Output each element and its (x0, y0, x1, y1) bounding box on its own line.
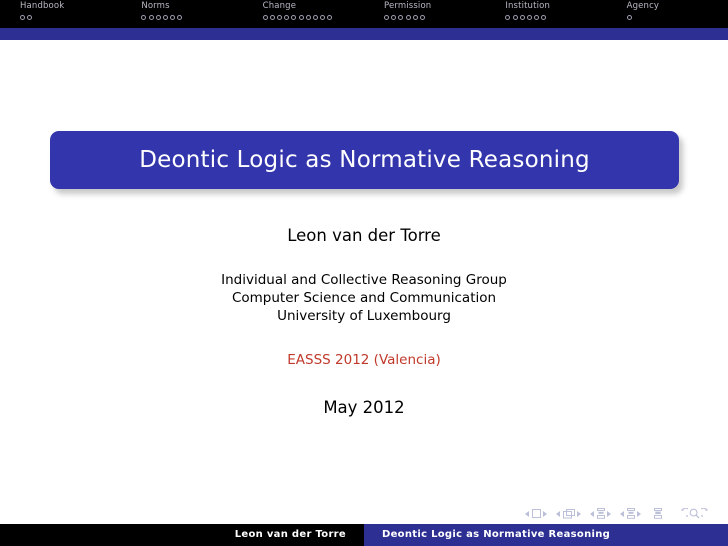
headnav-slide-dot[interactable] (391, 15, 397, 20)
headnav-slide-dots[interactable] (141, 15, 242, 20)
presentation-title: Deontic Logic as Normative Reasoning (139, 147, 590, 173)
footer-author-segment: Leon van der Torre (0, 524, 364, 546)
headnav-section-institution[interactable]: Institution (485, 0, 606, 28)
headnav-slide-dot[interactable] (284, 15, 290, 20)
search-icon[interactable] (689, 508, 700, 519)
headnav-section-permission[interactable]: Permission (364, 0, 485, 28)
headnav-section-agency[interactable]: Agency (607, 0, 728, 28)
beamer-navigation-symbols[interactable] (525, 508, 712, 519)
headnav-slide-dot[interactable] (277, 15, 283, 20)
headnav-section-label: Agency (626, 1, 660, 11)
section-icon[interactable] (626, 508, 635, 519)
date-line: May 2012 (323, 398, 405, 417)
document-icon[interactable] (654, 508, 662, 519)
venue-line: EASSS 2012 (Valencia) (287, 352, 441, 368)
headnav-slide-dots[interactable] (262, 15, 364, 20)
document-tools-group[interactable] (677, 508, 712, 519)
headnav-slide-dot[interactable] (512, 15, 518, 20)
headnav-slide-dot[interactable] (526, 15, 532, 20)
subsection-icon[interactable] (596, 508, 605, 519)
slide-navigation-group[interactable] (525, 509, 547, 518)
headnav-section-label: Permission (383, 1, 432, 11)
affiliation-line: University of Luxembourg (277, 308, 451, 324)
next-frame-icon[interactable] (577, 510, 581, 517)
headnav-slide-dot[interactable] (170, 15, 176, 20)
footer-author-text: Leon van der Torre (234, 529, 346, 540)
section-navigation-group[interactable] (620, 508, 641, 519)
headnav-slide-dot[interactable] (541, 15, 547, 20)
headnav-slide-dot[interactable] (398, 15, 404, 20)
next-section-icon[interactable] (637, 510, 641, 517)
subsection-navigation-group[interactable] (590, 508, 611, 519)
headnav-slide-dot[interactable] (162, 15, 168, 20)
headnav-slide-dot[interactable] (383, 15, 389, 20)
headnav-slide-dot[interactable] (27, 15, 33, 20)
headnav-slide-dot[interactable] (177, 15, 183, 20)
headnav-slide-dot[interactable] (20, 15, 25, 20)
forward-icon[interactable] (701, 508, 712, 519)
headnav-slide-dots[interactable] (383, 15, 485, 20)
frame-icon[interactable] (562, 508, 575, 519)
headnav-slide-dot[interactable] (312, 15, 318, 20)
headnav-section-label: Norms (141, 1, 170, 11)
frame-navigation-group[interactable] (556, 508, 581, 519)
headnav-slide-dot[interactable] (262, 15, 268, 20)
affiliation-line: Computer Science and Communication (231, 290, 497, 306)
previous-slide-icon[interactable] (525, 510, 529, 517)
headnav-slide-dot[interactable] (155, 15, 161, 20)
headnav-slide-dot[interactable] (269, 15, 275, 20)
headnav-slide-dot[interactable] (519, 15, 525, 20)
headnav-slide-dot[interactable] (505, 15, 511, 20)
headnav-section-change[interactable]: Change (243, 0, 364, 28)
slide-icon[interactable] (531, 509, 541, 518)
header-navigation-bar: Handbook Norms Change Permission Institution… (0, 0, 728, 28)
slide-footer: Leon van der Torre Deontic Logic as Norm… (0, 524, 728, 546)
headnav-section-label: Handbook (20, 1, 65, 11)
headnav-slide-dot[interactable] (141, 15, 147, 20)
next-slide-icon[interactable] (543, 510, 547, 517)
previous-section-icon[interactable] (620, 510, 624, 517)
headnav-slide-dot[interactable] (405, 15, 411, 20)
affiliation-block: Individual and Collective Reasoning Grou… (0, 271, 728, 325)
previous-frame-icon[interactable] (556, 510, 560, 517)
headnav-slide-dot[interactable] (148, 15, 154, 20)
author-name: Leon van der Torre (287, 226, 441, 245)
headnav-section-handbook[interactable]: Handbook (0, 0, 121, 28)
footer-title-text: Deontic Logic as Normative Reasoning (382, 529, 611, 540)
headnav-section-label: Change (262, 1, 297, 11)
affiliation-line: Individual and Collective Reasoning Grou… (221, 272, 507, 288)
title-slide-content: Leon van der Torre Individual and Collec… (0, 225, 728, 419)
headnav-slide-dots[interactable] (505, 15, 606, 20)
headnav-slide-dot[interactable] (305, 15, 311, 20)
footer-title-segment: Deontic Logic as Normative Reasoning (364, 524, 728, 546)
headnav-slide-dot[interactable] (327, 15, 333, 20)
headnav-slide-dots[interactable] (626, 15, 728, 20)
next-subsection-icon[interactable] (607, 510, 611, 517)
headnav-slide-dot[interactable] (291, 15, 297, 20)
title-banner: Deontic Logic as Normative Reasoning (50, 131, 679, 189)
header-accent-strip (0, 28, 728, 40)
headnav-section-norms[interactable]: Norms (121, 0, 242, 28)
back-icon[interactable] (677, 508, 688, 519)
headnav-slide-dot[interactable] (298, 15, 304, 20)
headnav-slide-dots[interactable] (20, 15, 121, 20)
previous-subsection-icon[interactable] (590, 510, 594, 517)
headnav-section-label: Institution (505, 1, 550, 11)
title-banner-container: Deontic Logic as Normative Reasoning (50, 131, 683, 194)
headnav-slide-dot[interactable] (412, 15, 418, 20)
headnav-slide-dot[interactable] (419, 15, 425, 20)
headnav-slide-dot[interactable] (626, 15, 632, 20)
headnav-slide-dot[interactable] (534, 15, 540, 20)
headnav-slide-dot[interactable] (320, 15, 326, 20)
